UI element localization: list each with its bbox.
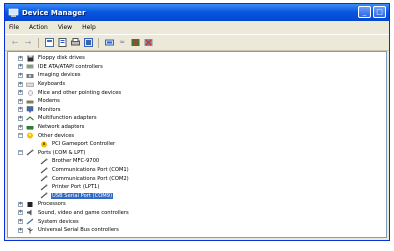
toolbar-separator <box>98 37 99 48</box>
tree-node-processors[interactable]: + Processors <box>8 200 386 209</box>
tree-node-ide[interactable]: + IDE ATA/ATAPI controllers <box>8 63 386 72</box>
port-icon <box>40 184 48 191</box>
title-buttons: _ □ <box>358 6 386 18</box>
tree-node-usb-serial[interactable]: USB Serial Port (COM9) <box>8 192 386 201</box>
update-driver-icon[interactable]: ≈ <box>117 38 127 48</box>
expand-icon[interactable]: + <box>18 201 23 207</box>
tree-node-modems[interactable]: + Modems <box>8 97 386 106</box>
expand-icon[interactable]: + <box>18 124 23 130</box>
device-tree[interactable]: + Floppy disk drives + IDE ATA/ATAPI con… <box>7 51 387 238</box>
title-bar[interactable]: Device Manager _ □ <box>5 4 389 21</box>
window-title: Device Manager <box>22 8 86 17</box>
mouse-icon <box>26 89 34 96</box>
forward-icon[interactable]: → <box>23 38 33 48</box>
expand-icon[interactable]: + <box>18 107 23 113</box>
tree-node-system[interactable]: + System devices <box>8 217 386 226</box>
expand-icon[interactable]: + <box>18 55 23 61</box>
expand-icon[interactable]: + <box>18 115 23 121</box>
ide-controller-icon <box>26 63 34 70</box>
tree-node-imaging[interactable]: + Imaging devices <box>8 71 386 80</box>
expand-icon[interactable]: + <box>18 227 23 233</box>
tree-node-ports[interactable]: − Ports (COM & LPT) <box>8 149 386 158</box>
expand-icon[interactable]: + <box>18 64 23 70</box>
back-icon[interactable]: ← <box>10 38 20 48</box>
uninstall-icon[interactable] <box>143 38 153 48</box>
toolbar: ← → ≈ <box>5 34 389 51</box>
expand-icon[interactable]: + <box>18 90 23 96</box>
network-adapter-icon <box>26 124 34 131</box>
scan-icon[interactable] <box>104 38 114 48</box>
port-icon <box>40 175 48 182</box>
port-icon <box>26 149 34 156</box>
port-icon <box>40 167 48 174</box>
other-devices-icon <box>26 132 34 139</box>
tree-node-keyboards[interactable]: + Keyboards <box>8 80 386 89</box>
port-icon <box>40 158 48 165</box>
keyboard-icon <box>26 81 34 88</box>
tree-node-floppy[interactable]: + Floppy disk drives <box>8 54 386 63</box>
port-icon <box>40 192 48 199</box>
toolbar-separator <box>38 37 39 48</box>
modem-icon <box>26 98 34 105</box>
tree-node-com2[interactable]: Communications Port (COM2) <box>8 174 386 183</box>
menu-file[interactable]: File <box>9 24 19 31</box>
maximize-button[interactable]: □ <box>373 6 386 18</box>
imaging-device-icon <box>26 72 34 79</box>
print-icon[interactable] <box>70 38 80 48</box>
unknown-device-warning-icon <box>40 141 48 148</box>
menu-action[interactable]: Action <box>29 24 48 31</box>
expand-icon[interactable]: + <box>18 219 23 225</box>
menu-help[interactable]: Help <box>82 24 96 31</box>
collapse-icon[interactable]: − <box>18 133 23 139</box>
tree-node-network[interactable]: + Network adapters <box>8 123 386 132</box>
tree-node-lpt1[interactable]: Printer Port (LPT1) <box>8 183 386 192</box>
monitor-icon <box>26 106 34 113</box>
tree-node-usb[interactable]: + Universal Serial Bus controllers <box>8 226 386 235</box>
minimize-button[interactable]: _ <box>358 6 371 18</box>
expand-icon[interactable]: + <box>18 98 23 104</box>
usb-icon <box>26 227 34 234</box>
tree-node-com1[interactable]: Communications Port (COM1) <box>8 166 386 175</box>
menu-view[interactable]: View <box>58 24 72 31</box>
device-manager-window: Device Manager _ □ File Action View Help… <box>4 3 390 241</box>
tree-node-mice[interactable]: + Mice and other pointing devices <box>8 88 386 97</box>
menu-bar: File Action View Help <box>5 21 389 34</box>
disable-icon[interactable] <box>130 38 140 48</box>
collapse-icon[interactable]: − <box>18 150 23 156</box>
properties-icon[interactable] <box>57 38 67 48</box>
sound-icon <box>26 209 34 216</box>
expand-icon[interactable]: + <box>18 81 23 87</box>
tree-node-other-devices[interactable]: − Other devices <box>8 131 386 140</box>
view-icon[interactable] <box>44 38 54 48</box>
multifunction-adapter-icon <box>26 115 34 122</box>
tree-node-multifunction[interactable]: + Multifunction adapters <box>8 114 386 123</box>
tree-node-brother[interactable]: Brother MFC-9700 <box>8 157 386 166</box>
tree-node-sound[interactable]: + Sound, video and game controllers <box>8 209 386 218</box>
system-device-icon <box>26 218 34 225</box>
help-icon[interactable] <box>83 38 93 48</box>
expand-icon[interactable]: + <box>18 210 23 216</box>
expand-icon[interactable]: + <box>18 72 23 78</box>
tree-node-monitors[interactable]: + Monitors <box>8 106 386 115</box>
floppy-drive-icon <box>26 55 34 62</box>
tree-node-pci-gameport[interactable]: PCI Gameport Controller <box>8 140 386 149</box>
processor-icon <box>26 201 34 208</box>
device-manager-icon <box>8 7 19 18</box>
